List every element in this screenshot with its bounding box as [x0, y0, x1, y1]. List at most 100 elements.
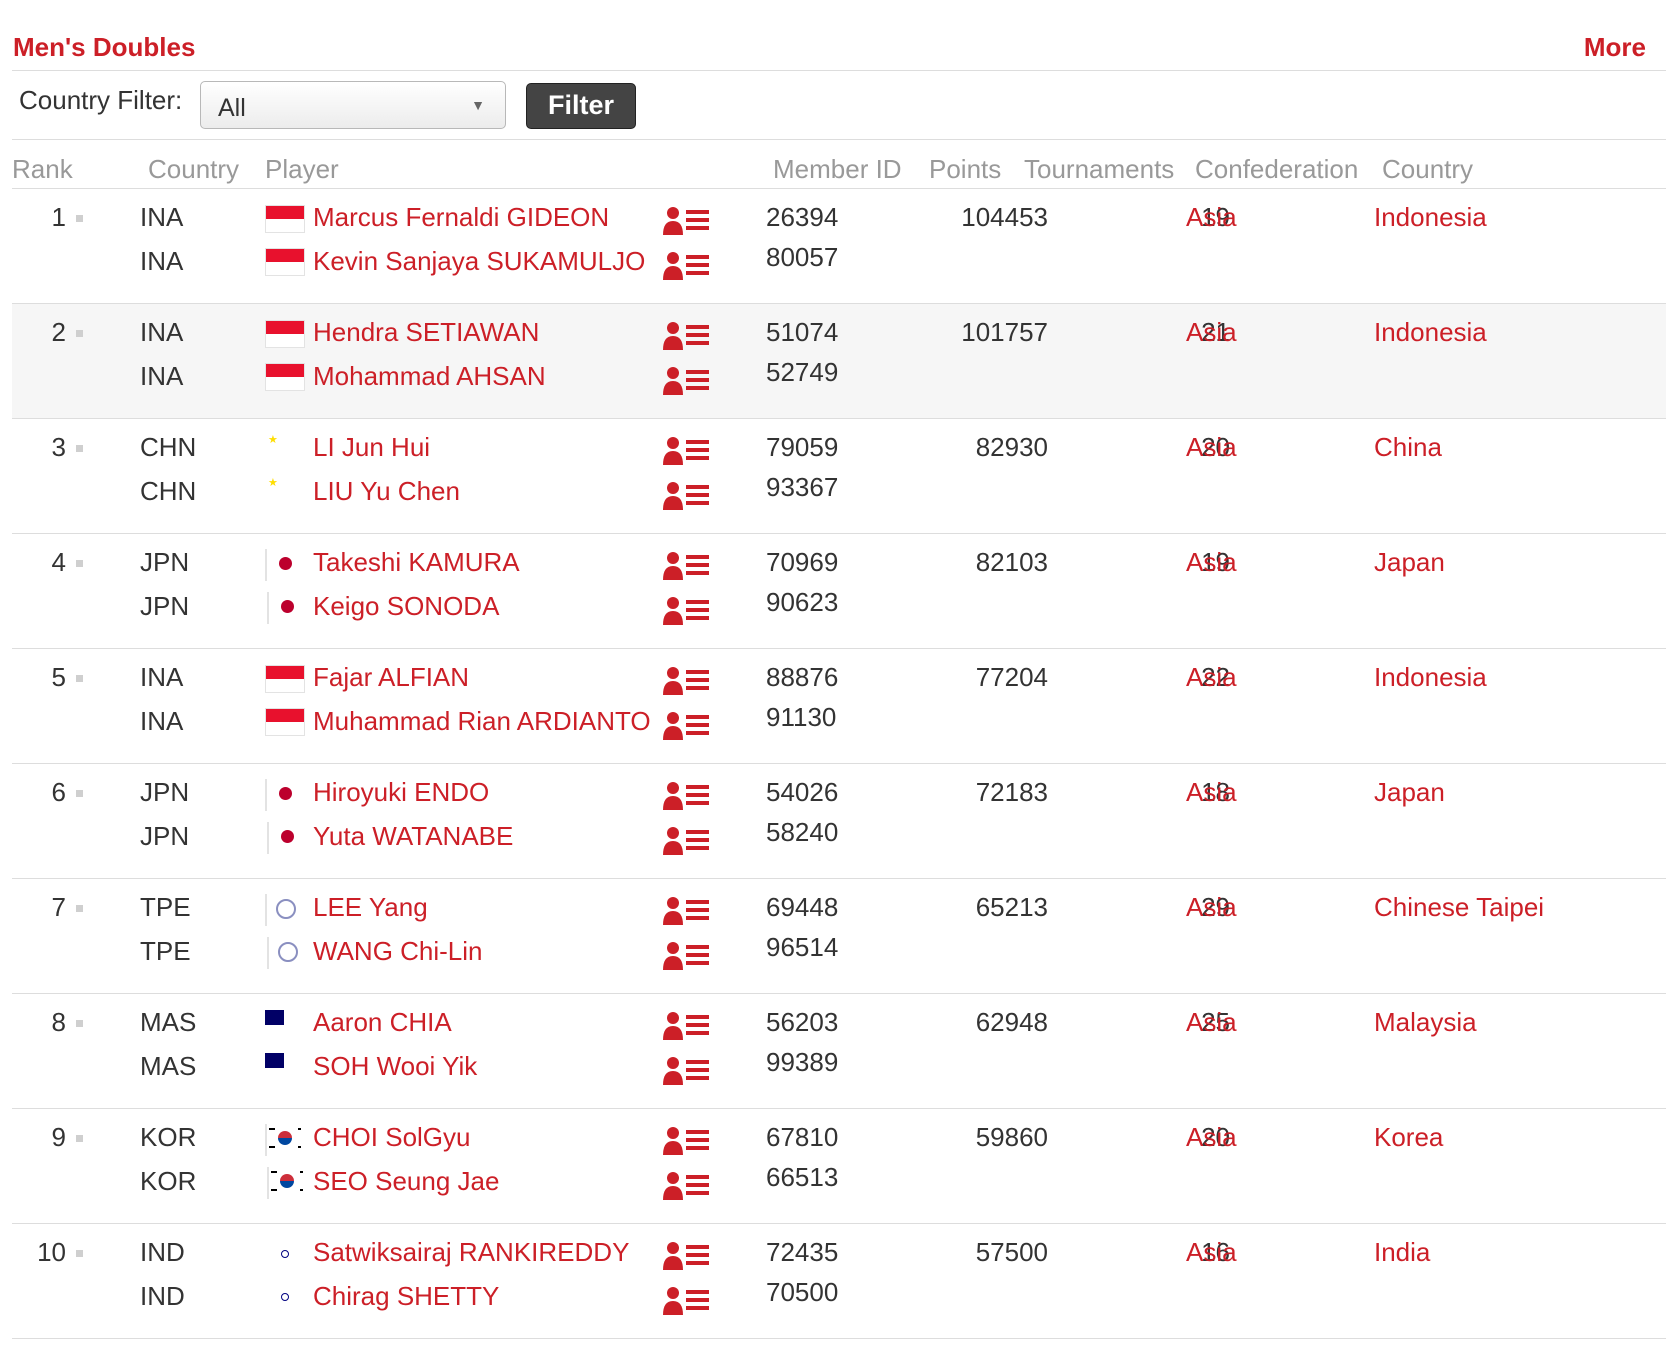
confederation-link[interactable]: Asia	[1186, 547, 1237, 578]
profile-list-icon[interactable]	[663, 250, 711, 282]
indonesia-flag-icon	[265, 248, 305, 276]
table-row: 7 TPE LEE Yang 69448 TPE WANG Chi-Lin 96514 652…	[12, 879, 1666, 994]
player-name-link[interactable]: LIU Yu Chen	[313, 476, 460, 507]
player-name-link[interactable]: Marcus Fernaldi GIDEON	[313, 202, 609, 233]
profile-list-icon[interactable]	[663, 320, 711, 352]
points-value: 104453	[961, 202, 1048, 232]
profile-list-icon[interactable]	[663, 1125, 711, 1157]
country-code: INA	[140, 246, 184, 276]
profile-list-icon[interactable]	[663, 205, 711, 237]
filter-bar: Country Filter: All ▼ Filter	[12, 71, 1666, 140]
player-name-link[interactable]: Mohammad AHSAN	[313, 361, 546, 392]
profile-list-icon[interactable]	[663, 595, 711, 627]
confederation-link[interactable]: Asia	[1186, 662, 1237, 693]
player-name-link[interactable]: Keigo SONODA	[313, 591, 499, 622]
rank-value: 1	[51, 202, 66, 232]
player-name-link[interactable]: Hiroyuki ENDO	[313, 777, 489, 808]
filter-button[interactable]: Filter	[526, 83, 636, 129]
points-value: 77204	[975, 662, 1048, 692]
table-row: 4 JPN Takeshi KAMURA 70969 JPN Keigo SONODA 90…	[12, 534, 1666, 649]
profile-list-icon[interactable]	[663, 1055, 711, 1087]
confederation-link[interactable]: Asia	[1186, 317, 1237, 348]
profile-list-icon[interactable]	[663, 825, 711, 857]
country-code: KOR	[140, 1166, 197, 1196]
confederation-link[interactable]: Asia	[1186, 202, 1237, 233]
country-link[interactable]: Malaysia	[1374, 1007, 1477, 1038]
profile-list-icon[interactable]	[663, 365, 711, 397]
chinese-taipei-flag-icon	[267, 937, 269, 969]
profile-list-icon[interactable]	[663, 1010, 711, 1042]
member-id: 91130	[766, 702, 837, 732]
country-code: CHN	[140, 476, 197, 506]
profile-list-icon[interactable]	[663, 895, 711, 927]
rankings-panel: Men's Doubles More Country Filter: All ▼…	[12, 0, 1666, 1339]
rank-value: 2	[51, 317, 66, 347]
country-link[interactable]: Chinese Taipei	[1374, 892, 1544, 923]
rank-marker-icon	[76, 1020, 83, 1027]
player-name-link[interactable]: Chirag SHETTY	[313, 1281, 499, 1312]
player-name-link[interactable]: Fajar ALFIAN	[313, 662, 469, 693]
country-code: TPE	[140, 936, 191, 966]
confederation-link[interactable]: Asia	[1186, 1237, 1237, 1268]
table-row: 3 CHN LI Jun Hui 79059 CHN LIU Yu Chen 93367 82…	[12, 419, 1666, 534]
more-link[interactable]: More	[1584, 32, 1646, 63]
country-link[interactable]: China	[1374, 432, 1442, 463]
member-id: 90623	[766, 587, 839, 617]
player-name-link[interactable]: WANG Chi-Lin	[313, 936, 483, 967]
column-header-tournaments: Tournaments	[1024, 154, 1175, 184]
indonesia-flag-icon	[265, 205, 305, 233]
rank-marker-icon	[76, 215, 83, 222]
profile-list-icon[interactable]	[663, 480, 711, 512]
profile-list-icon[interactable]	[663, 1240, 711, 1272]
profile-list-icon[interactable]	[663, 940, 711, 972]
country-filter-select[interactable]: All ▼	[200, 81, 506, 129]
confederation-link[interactable]: Asia	[1186, 432, 1237, 463]
player-name-link[interactable]: Yuta WATANABE	[313, 821, 513, 852]
table-row: 8 MAS Aaron CHIA 56203 MAS SOH Wooi Yik 99389 6…	[12, 994, 1666, 1109]
player-name-link[interactable]: SOH Wooi Yik	[313, 1051, 477, 1082]
player-name-link[interactable]: LI Jun Hui	[313, 432, 430, 463]
player-name-link[interactable]: Aaron CHIA	[313, 1007, 452, 1038]
profile-list-icon[interactable]	[663, 435, 711, 467]
column-header-country-code: Country	[148, 154, 240, 184]
player-name-link[interactable]: Kevin Sanjaya SUKAMULJO	[313, 246, 645, 277]
player-name-link[interactable]: CHOI SolGyu	[313, 1122, 471, 1153]
country-code: INA	[140, 361, 184, 391]
player-name-link[interactable]: Satwiksairaj RANKIREDDY	[313, 1237, 629, 1268]
table-row: 5 INA Fajar ALFIAN 88876 INA Muhammad Rian AR…	[12, 649, 1666, 764]
country-code: INA	[140, 202, 184, 232]
player-name-link[interactable]: Hendra SETIAWAN	[313, 317, 539, 348]
member-id: 54026	[766, 777, 839, 807]
profile-list-icon[interactable]	[663, 780, 711, 812]
table-row: 6 JPN Hiroyuki ENDO 54026 JPN Yuta WATANABE 58…	[12, 764, 1666, 879]
country-link[interactable]: Indonesia	[1374, 202, 1487, 233]
profile-list-icon[interactable]	[663, 550, 711, 582]
profile-list-icon[interactable]	[663, 665, 711, 697]
player-name-link[interactable]: Takeshi KAMURA	[313, 547, 520, 578]
points-value: 82930	[975, 432, 1048, 462]
profile-list-icon[interactable]	[663, 1170, 711, 1202]
country-link[interactable]: Indonesia	[1374, 317, 1487, 348]
confederation-link[interactable]: Asia	[1186, 892, 1237, 923]
country-link[interactable]: Japan	[1374, 547, 1445, 578]
table-header: Rank Country Player Member ID Points Tou…	[12, 140, 1666, 189]
country-link[interactable]: India	[1374, 1237, 1430, 1268]
confederation-link[interactable]: Asia	[1186, 1122, 1237, 1153]
member-id: 70500	[766, 1277, 839, 1307]
member-id: 51074	[766, 317, 839, 347]
profile-list-icon[interactable]	[663, 710, 711, 742]
country-link[interactable]: Japan	[1374, 777, 1445, 808]
country-code: JPN	[140, 777, 190, 807]
confederation-link[interactable]: Asia	[1186, 1007, 1237, 1038]
country-link[interactable]: Korea	[1374, 1122, 1443, 1153]
player-name-link[interactable]: LEE Yang	[313, 892, 428, 923]
member-id: 96514	[766, 932, 839, 962]
country-link[interactable]: Indonesia	[1374, 662, 1487, 693]
country-code: JPN	[140, 547, 190, 577]
player-name-link[interactable]: SEO Seung Jae	[313, 1166, 499, 1197]
country-code: MAS	[140, 1007, 197, 1037]
column-header-member-id: Member ID	[773, 154, 902, 184]
profile-list-icon[interactable]	[663, 1285, 711, 1317]
confederation-link[interactable]: Asia	[1186, 777, 1237, 808]
player-name-link[interactable]: Muhammad Rian ARDIANTO	[313, 706, 651, 737]
